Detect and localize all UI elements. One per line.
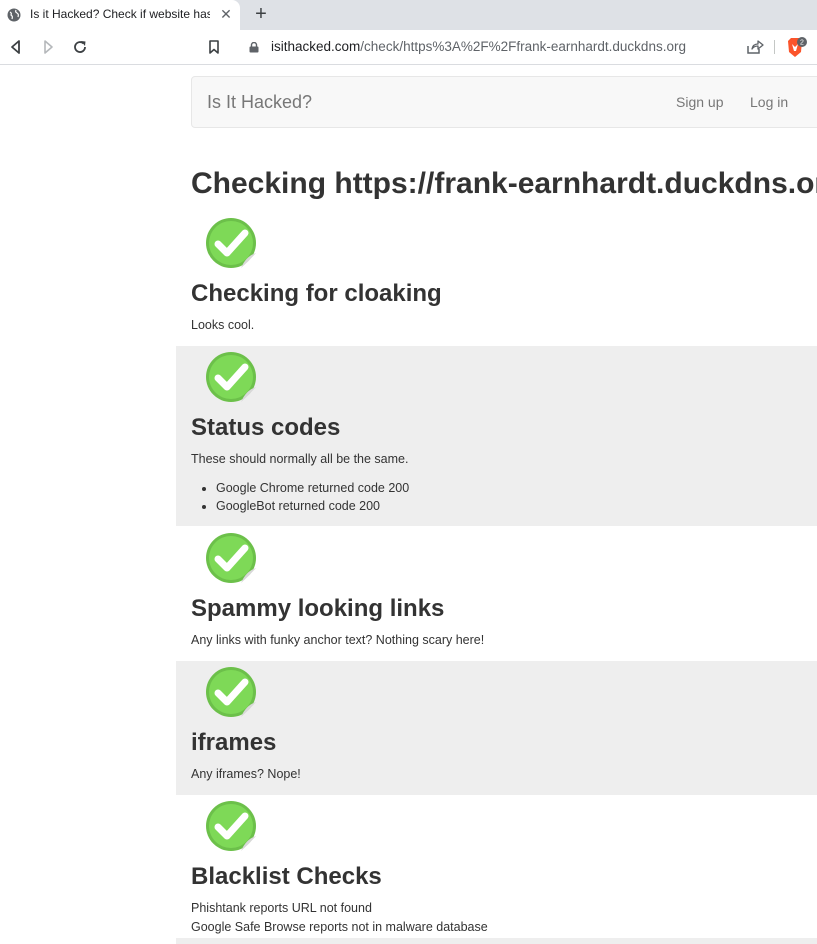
section-spammy-links: Spammy looking links Any links with funk… [176, 526, 817, 661]
page-title: Checking https://frank-earnhardt.duckdns… [191, 167, 817, 200]
back-icon[interactable] [8, 39, 24, 55]
tab-bar: Is it Hacked? Check if website has ✕ + [0, 0, 817, 30]
list-item: Google Chrome returned code 200 [216, 479, 409, 497]
close-tab-icon[interactable]: ✕ [219, 7, 233, 21]
reload-icon[interactable] [72, 39, 88, 55]
section-text: Looks cool. [191, 318, 255, 332]
new-tab-button[interactable]: + [251, 4, 271, 24]
checkmark-icon [206, 533, 256, 583]
brave-shields-icon[interactable]: 2 [785, 36, 807, 58]
section-blacklist: Blacklist Checks Phishtank reports URL n… [176, 795, 817, 938]
section-next [176, 938, 817, 944]
list-item: GoogleBot returned code 200 [216, 497, 409, 515]
section-status-codes: Status codes These should normally all b… [176, 346, 817, 526]
tab-title: Is it Hacked? Check if website has [30, 7, 210, 21]
url-host: isithacked.com [271, 39, 361, 54]
section-title: iframes [191, 729, 277, 756]
lock-icon [249, 42, 259, 53]
bookmark-icon[interactable] [206, 39, 222, 55]
browser-toolbar: isithacked.com/check/https%3A%2F%2Ffrank… [0, 30, 817, 65]
url-path: /check/https%3A%2F%2Ffrank-earnhardt.duc… [360, 39, 686, 54]
globe-icon [7, 8, 21, 22]
address-bar[interactable]: isithacked.com/check/https%3A%2F%2Ffrank… [235, 34, 773, 61]
status-code-list: Google Chrome returned code 200 GoogleBo… [216, 479, 409, 515]
signup-link[interactable]: Sign up [676, 94, 723, 110]
section-iframes: iframes Any iframes? Nope! [176, 661, 817, 795]
section-text: Google Safe Browse reports not in malwar… [191, 920, 488, 934]
section-text: These should normally all be the same. [191, 452, 409, 466]
section-title: Status codes [191, 414, 341, 441]
brand-link[interactable]: Is It Hacked? [207, 92, 312, 113]
shields-count: 2 [800, 39, 804, 46]
section-title: Checking for cloaking [191, 280, 442, 307]
section-text: Any iframes? Nope! [191, 767, 301, 781]
section-title: Spammy looking links [191, 595, 445, 622]
checkmark-icon [206, 801, 256, 851]
login-link[interactable]: Log in [750, 94, 788, 110]
share-icon[interactable] [746, 39, 764, 55]
toolbar-separator [774, 40, 775, 54]
section-text: Phishtank reports URL not found [191, 901, 372, 915]
url-text: isithacked.com/check/https%3A%2F%2Ffrank… [271, 39, 686, 54]
section-text: Any links with funky anchor text? Nothin… [191, 633, 485, 647]
section-cloaking: Checking for cloaking Looks cool. [176, 212, 817, 346]
section-title: Blacklist Checks [191, 863, 382, 890]
checkmark-icon [206, 352, 256, 402]
checkmark-icon [206, 667, 256, 717]
checkmark-icon [206, 218, 256, 268]
site-navbar: Is It Hacked? Sign up Log in [191, 76, 817, 128]
forward-icon[interactable] [40, 39, 56, 55]
browser-tab[interactable]: Is it Hacked? Check if website has ✕ [0, 0, 240, 30]
